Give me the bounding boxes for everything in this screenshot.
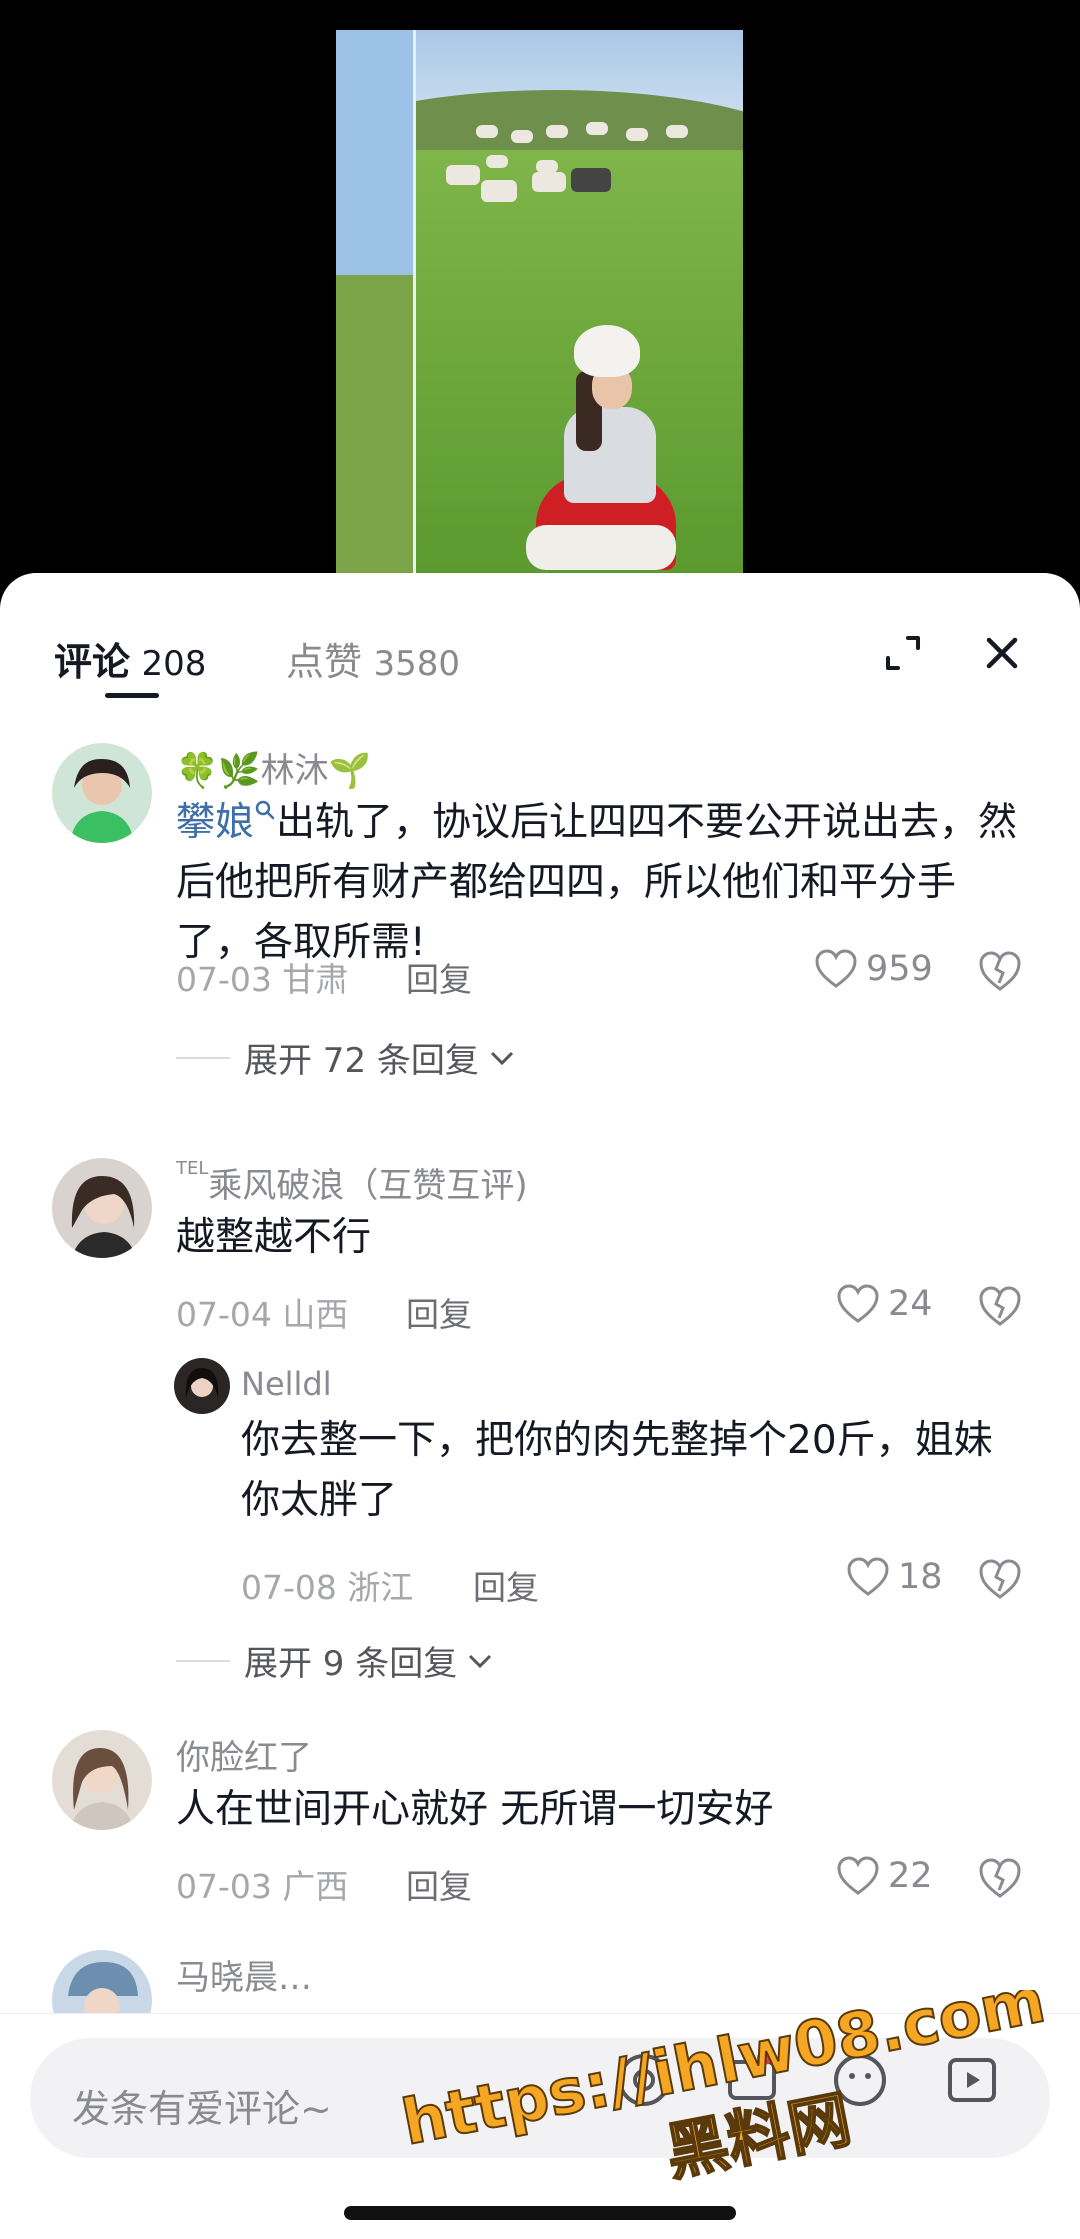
reply-text: 你去整一下，把你的肉先整掉个20斤，姐妹你太胖了 — [241, 1418, 993, 1523]
tab-likes-label: 点赞 — [286, 640, 363, 684]
reply-username[interactable]: Nelldl — [241, 1365, 332, 1403]
like-count: 959 — [866, 949, 933, 989]
comment-username[interactable]: 🍀🌿林沐🌱 — [176, 743, 371, 792]
expand-replies-label: 展开 9 条回复 — [244, 1644, 458, 1684]
comment-tabs: 评论 208 点赞 3580 — [0, 573, 1080, 703]
reply-button[interactable]: 回复 — [406, 1288, 472, 1336]
comment-sheet: 评论 208 点赞 3580 🍀🌿林沐🌱 攀娘 出轨了，协议后让四四不要公开说出… — [0, 573, 1080, 2239]
avatar[interactable] — [52, 1730, 152, 1830]
expand-replies-button[interactable]: 展开 9 条回复 — [176, 1636, 495, 1685]
comment-username-text: 乘风破浪（互赞互评) — [208, 1166, 528, 1206]
video-player[interactable] — [0, 0, 1080, 580]
like-count: 22 — [888, 1856, 933, 1896]
like-button[interactable]: 959 — [814, 949, 933, 989]
divider-line — [176, 1056, 230, 1059]
comment-date: 07-03 — [176, 1867, 272, 1906]
expand-replies-button[interactable]: 展开 72 条回复 — [176, 1033, 517, 1082]
comment-text: 攀娘 出轨了，协议后让四四不要公开说出去，然后他把所有财产都给四四，所以他们和平分… — [176, 793, 1026, 973]
comment-input[interactable]: 发条有爱评论~ — [30, 2038, 1050, 2158]
comment-username[interactable]: TEL乘风破浪（互赞互评) — [176, 1158, 528, 1207]
person-figure — [526, 325, 676, 570]
like-count: 18 — [898, 1557, 943, 1597]
reply-button[interactable]: 回复 — [473, 1561, 539, 1609]
divider-line — [176, 1659, 230, 1662]
leaf-emoji-icon: 🍀🌿 — [176, 751, 261, 791]
at-mention-icon[interactable] — [612, 2048, 676, 2112]
comment-location: 广西 — [282, 1867, 349, 1906]
dislike-heart-icon[interactable] — [978, 949, 1022, 993]
like-button[interactable]: 18 — [846, 1557, 943, 1597]
comment-text-body: 出轨了，协议后让四四不要公开说出去，然后他把所有财产都给四四，所以他们和平分手了… — [176, 800, 1018, 965]
video-thumbnail — [336, 30, 743, 575]
comment-input-placeholder: 发条有爱评论~ — [72, 2087, 332, 2131]
tab-comments-count: 208 — [141, 644, 207, 684]
comment-location: 甘肃 — [282, 960, 349, 999]
heart-icon — [847, 1557, 889, 1596]
active-tab-indicator — [105, 693, 159, 698]
sprout-emoji-icon: 🌱 — [328, 751, 372, 791]
reply-date: 07-08 — [241, 1568, 337, 1607]
dislike-heart-icon[interactable] — [978, 1284, 1022, 1328]
heart-icon — [815, 949, 857, 988]
heart-icon — [837, 1856, 879, 1895]
tab-comments[interactable]: 评论 208 — [54, 631, 206, 686]
home-indicator — [344, 2206, 736, 2220]
tel-badge: TEL — [176, 1158, 209, 1179]
expand-fullscreen-icon[interactable] — [878, 628, 928, 678]
reply-button[interactable]: 回复 — [406, 1860, 472, 1908]
comment-date-location: 07-03 甘肃 — [176, 953, 348, 1001]
chevron-down-icon — [469, 1654, 492, 1668]
avatar[interactable] — [52, 1158, 152, 1258]
comment-text: 越整越不行 — [176, 1215, 372, 1260]
emoji-icon[interactable] — [828, 2048, 892, 2112]
like-button[interactable]: 22 — [836, 1856, 933, 1896]
comment-text: 人在世间开心就好 无所谓一切安好 — [176, 1787, 774, 1832]
tab-likes-count: 3580 — [373, 644, 460, 684]
comment-date: 07-04 — [176, 1295, 272, 1334]
comment-date: 07-03 — [176, 960, 272, 999]
search-icon — [255, 800, 275, 820]
like-button[interactable]: 24 — [836, 1284, 933, 1324]
mention-link[interactable]: 攀娘 — [176, 800, 254, 845]
close-icon[interactable] — [977, 628, 1027, 678]
video-reply-icon[interactable] — [940, 2048, 1004, 2112]
chevron-down-icon — [490, 1051, 513, 1065]
reply-button[interactable]: 回复 — [406, 953, 472, 1001]
expand-replies-label: 展开 72 条回复 — [244, 1041, 479, 1081]
reply-date-location: 07-08 浙江 — [241, 1561, 413, 1609]
heart-icon — [837, 1284, 879, 1323]
comment-username[interactable]: 马晓晨… — [176, 1950, 312, 1999]
reply-location: 浙江 — [347, 1568, 414, 1607]
comment-date-location: 07-04 山西 — [176, 1288, 348, 1336]
reply-avatar[interactable] — [174, 1358, 230, 1414]
comment-username-text: 林沐 — [260, 751, 329, 791]
tab-likes[interactable]: 点赞 3580 — [286, 631, 460, 686]
dislike-heart-icon[interactable] — [978, 1856, 1022, 1900]
image-icon[interactable] — [720, 2048, 784, 2112]
comment-input-bar: 发条有爱评论~ — [0, 2013, 1080, 2239]
comment-username[interactable]: 你脸红了 — [176, 1730, 312, 1779]
comment-date-location: 07-03 广西 — [176, 1860, 348, 1908]
avatar[interactable] — [52, 743, 152, 843]
comment-location: 山西 — [282, 1295, 349, 1334]
tab-comments-label: 评论 — [54, 640, 131, 684]
like-count: 24 — [888, 1284, 933, 1324]
dislike-heart-icon[interactable] — [978, 1557, 1022, 1601]
